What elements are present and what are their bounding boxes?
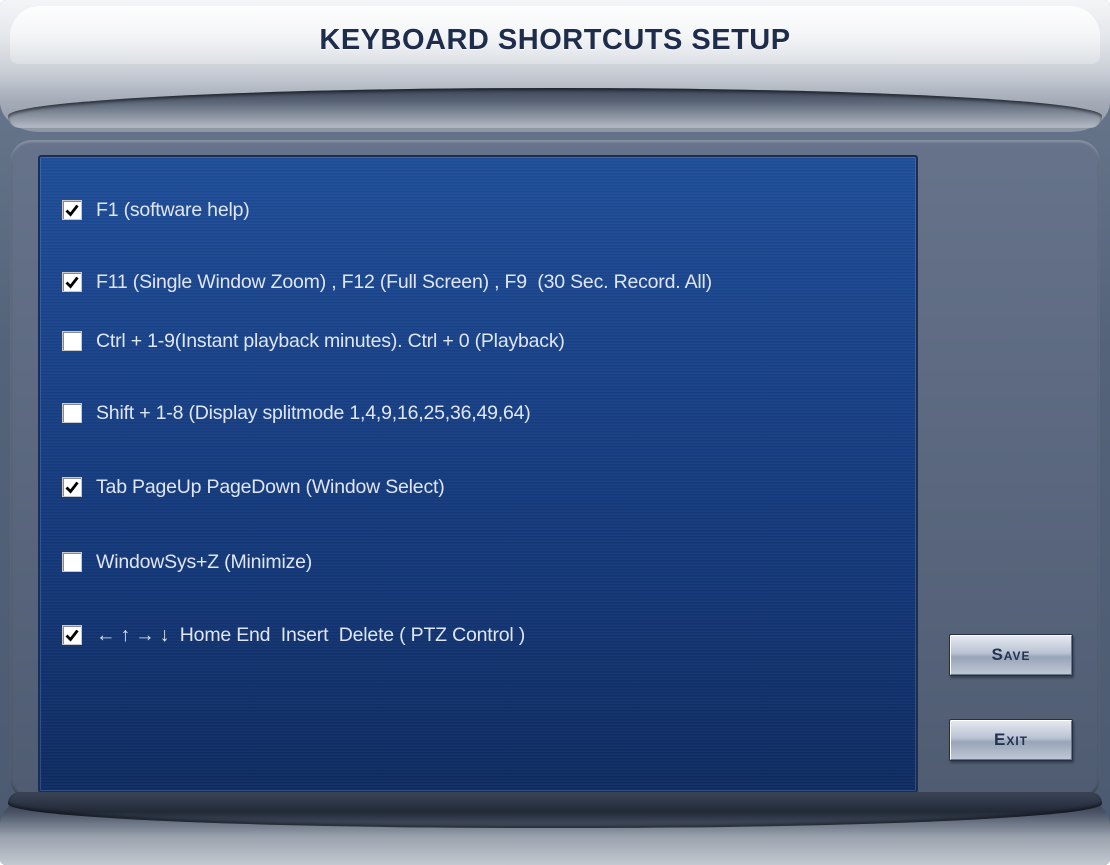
checkbox[interactable]	[62, 331, 82, 351]
shortcut-option-shift-splitmode[interactable]: Shift + 1-8 (Display splitmode 1,4,9,16,…	[62, 398, 531, 428]
shortcut-label: F11 (Single Window Zoom) , F12 (Full Scr…	[96, 270, 712, 293]
checkbox[interactable]	[62, 552, 82, 572]
checkmark-icon	[65, 204, 79, 217]
save-button[interactable]: Save	[949, 634, 1073, 676]
checkmark-icon	[65, 481, 79, 494]
shortcut-option-ctrl-playback[interactable]: Ctrl + 1-9(Instant playback minutes). Ct…	[62, 326, 565, 356]
checkbox[interactable]	[62, 272, 82, 292]
shortcut-label: Tab PageUp PageDown (Window Select)	[96, 475, 445, 498]
checkmark-icon	[65, 276, 79, 289]
shortcut-option-ptz-control[interactable]: ← ↑ → ↓ Home End Insert Delete ( PTZ Con…	[62, 620, 525, 650]
checkbox[interactable]	[62, 477, 82, 497]
shortcut-option-f1[interactable]: F1 (software help)	[62, 195, 250, 225]
checkbox[interactable]	[62, 625, 82, 645]
window-title: KEYBOARD SHORTCUTS SETUP	[319, 24, 791, 56]
shortcut-label: F1 (software help)	[96, 198, 250, 221]
shortcut-label: Shift + 1-8 (Display splitmode 1,4,9,16,…	[96, 401, 531, 424]
exit-button[interactable]: Exit	[949, 719, 1073, 761]
shortcut-label: Ctrl + 1-9(Instant playback minutes). Ct…	[96, 329, 565, 352]
shortcut-option-minimize[interactable]: WindowSys+Z (Minimize)	[62, 547, 312, 577]
checkbox[interactable]	[62, 403, 82, 423]
shortcut-label: WindowSys+Z (Minimize)	[96, 550, 313, 573]
checkmark-icon	[65, 629, 79, 642]
shortcut-option-f11-f12-f9[interactable]: F11 (Single Window Zoom) , F12 (Full Scr…	[62, 267, 712, 297]
shortcuts-setup-window: KEYBOARD SHORTCUTS SETUP F1 (software he…	[0, 0, 1110, 865]
shortcut-option-tab-window-select[interactable]: Tab PageUp PageDown (Window Select)	[62, 472, 445, 502]
shortcut-label: ← ↑ → ↓ Home End Insert Delete ( PTZ Con…	[96, 623, 526, 646]
checkbox[interactable]	[62, 200, 82, 220]
